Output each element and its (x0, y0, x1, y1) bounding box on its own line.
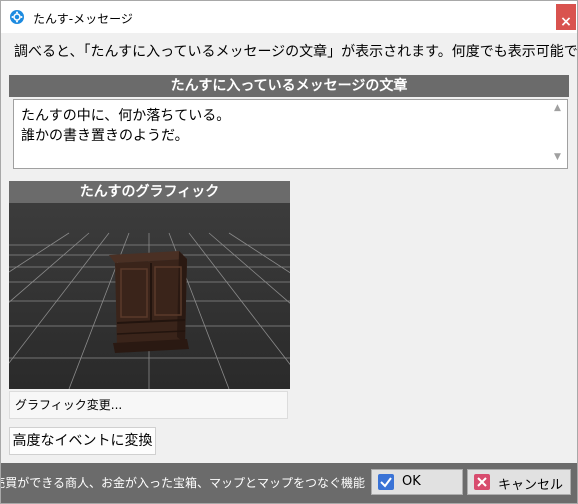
cross-icon (474, 474, 490, 490)
scroll-up-icon[interactable]: ▲ (554, 103, 561, 113)
close-icon: × (560, 14, 572, 30)
title-bar: たんす-メッセージ × (1, 1, 577, 33)
cancel-label: キャンセル (498, 478, 564, 493)
close-button[interactable]: × (556, 4, 576, 30)
convert-advanced-event-button[interactable]: 高度なイベントに変換 (9, 427, 156, 455)
app-icon (10, 10, 24, 24)
graphic-header: たんすのグラフィック (9, 181, 290, 203)
message-scrollbar[interactable]: ▲ ▼ (551, 100, 567, 168)
window-title: たんす-メッセージ (33, 12, 133, 26)
wardrobe-graphic-icon (9, 203, 290, 389)
dialog-window: たんす-メッセージ × 調べると、「たんすに入っているメッセージの文章」が表示さ… (0, 0, 578, 504)
cancel-button[interactable]: キャンセル (467, 469, 571, 495)
message-header: たんすに入っているメッセージの文章 (9, 75, 569, 97)
graphic-preview[interactable] (9, 203, 290, 389)
ok-label: OK (402, 474, 421, 489)
change-graphic-button[interactable]: グラフィック変更... (9, 391, 288, 419)
description-text: 調べると、「たんすに入っているメッセージの文章」が表示されます。何度でも表示可能… (14, 44, 578, 60)
footer-hint-text: ゲームの売買ができる商人、お金が入った宝箱、マップとマップをつなぐ機能 (1, 476, 365, 490)
ok-button[interactable]: OK (371, 469, 463, 495)
check-icon (378, 474, 394, 490)
footer-bar: ゲームの売買ができる商人、お金が入った宝箱、マップとマップをつなぐ機能 OK キ… (1, 463, 577, 503)
footer-hint: ゲームの売買ができる商人、お金が入った宝箱、マップとマップをつなぐ機能 (1, 474, 365, 491)
scroll-down-icon[interactable]: ▼ (554, 152, 561, 162)
message-text: たんすの中に、何か落ちている。 誰かの書き置きのようだ。 (21, 108, 231, 144)
message-textarea[interactable]: たんすの中に、何か落ちている。 誰かの書き置きのようだ。 ▲ ▼ (13, 99, 568, 169)
